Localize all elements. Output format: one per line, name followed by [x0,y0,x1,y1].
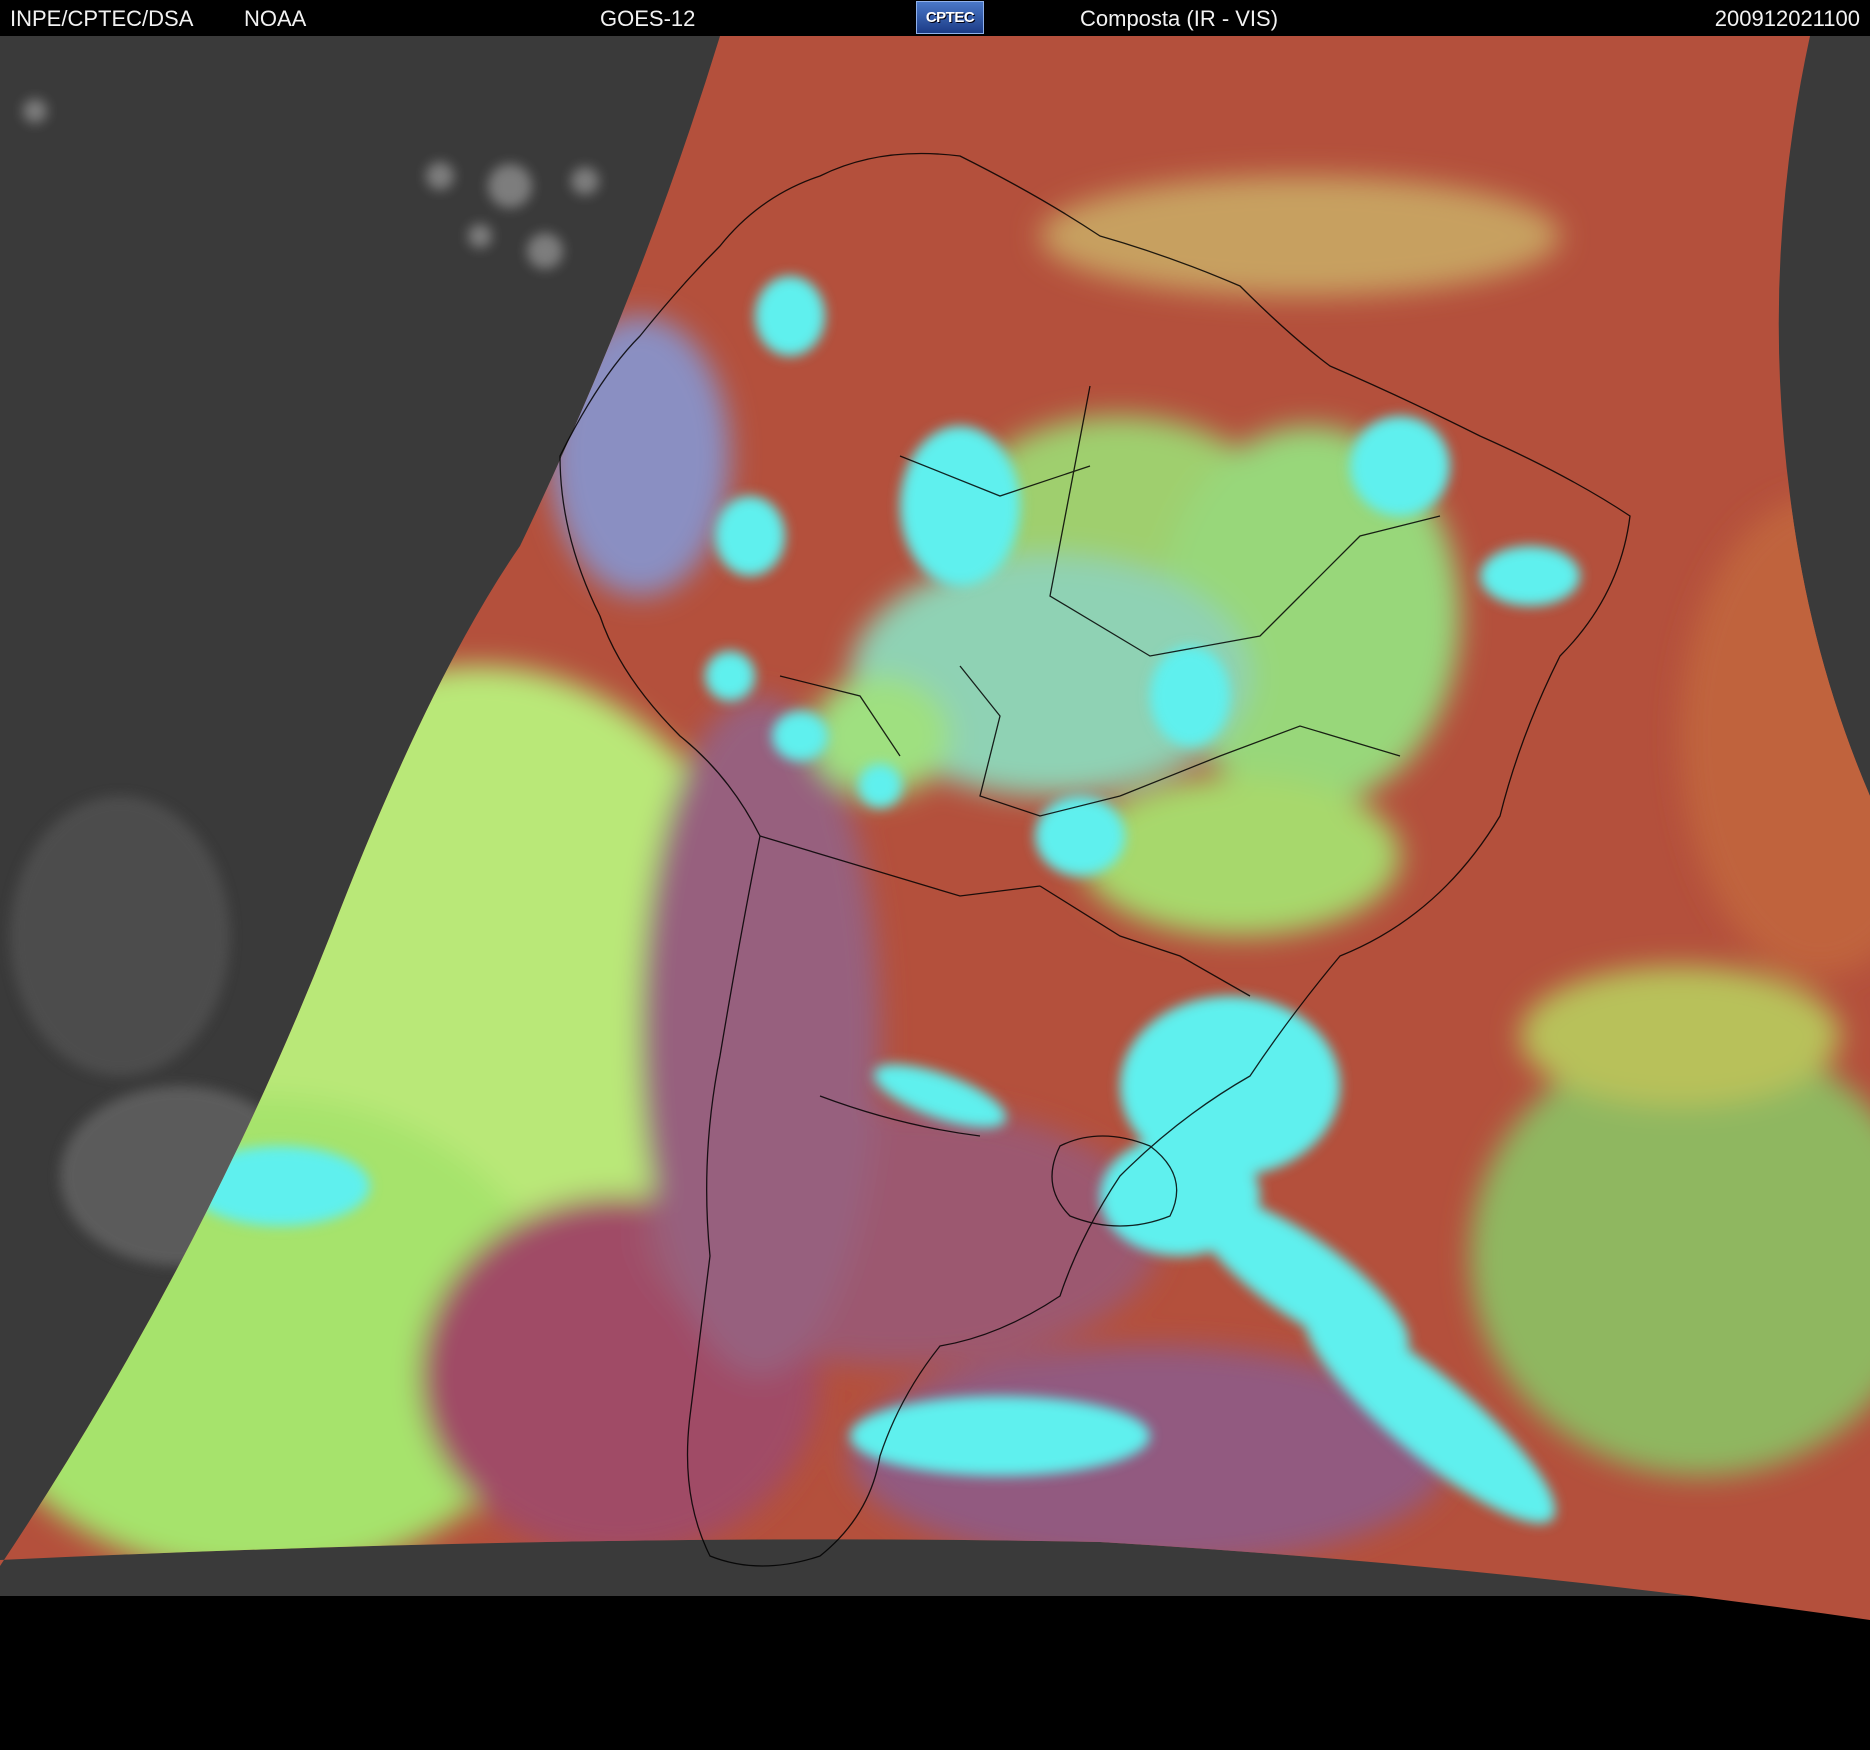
satellite-label: GOES-12 [600,6,696,31]
image-header-bar: INPE/CPTEC/DSA NOAA GOES-12 CPTEC Compos… [0,0,1870,36]
satellite-composite-map [0,36,1870,1620]
agency-label: NOAA [244,6,307,31]
cptec-logo: CPTEC [916,1,984,34]
timestamp-label: 200912021100 [1714,6,1860,31]
organization-label: INPE/CPTEC/DSA [10,6,194,31]
product-label: Composta (IR - VIS) [1080,6,1279,31]
satellite-image-viewer: INPE/CPTEC/DSA NOAA GOES-12 CPTEC Compos… [0,0,1870,1750]
